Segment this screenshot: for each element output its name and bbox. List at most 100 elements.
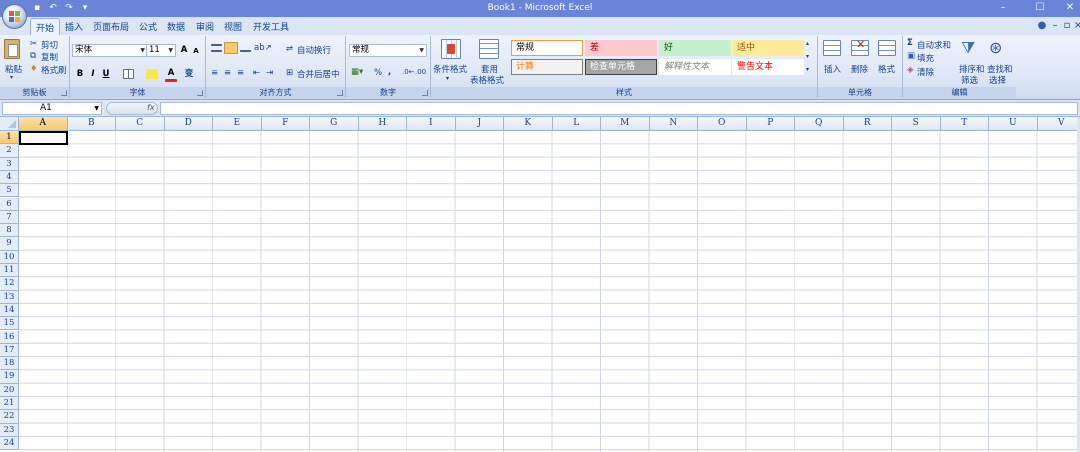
help-icon[interactable]: ●	[1036, 20, 1048, 31]
cell-style-check-cell[interactable]: 检查单元格	[585, 59, 657, 75]
row-header-5[interactable]: 5	[0, 184, 19, 198]
tab-developer[interactable]: 开发工具	[253, 20, 289, 33]
merge-center-button[interactable]: 合并后居中	[297, 68, 340, 80]
font-color-button[interactable]: A	[165, 67, 177, 79]
row-header-19[interactable]: 19	[0, 370, 19, 384]
column-header-t[interactable]: T	[940, 117, 989, 131]
column-header-a[interactable]: A	[19, 117, 68, 131]
row-header-18[interactable]: 18	[0, 357, 19, 371]
row-header-21[interactable]: 21	[0, 397, 19, 411]
cut-button[interactable]: 剪切	[41, 39, 58, 51]
insert-cells-icon[interactable]	[823, 40, 841, 56]
font-launcher-icon[interactable]	[197, 90, 203, 96]
cell-style-warning[interactable]: 警告文本	[732, 59, 804, 75]
sort-filter-label-2[interactable]: 筛选	[961, 74, 978, 86]
format-cells-icon[interactable]	[878, 40, 896, 56]
row-header-17[interactable]: 17	[0, 343, 19, 358]
row-header-4[interactable]: 4	[0, 170, 19, 185]
number-launcher-icon[interactable]	[422, 90, 428, 96]
insert-button[interactable]: 插入	[824, 63, 841, 75]
font-size-select[interactable]: 11 ▼	[146, 44, 176, 57]
orientation-icon[interactable]: ab↗	[254, 43, 272, 53]
cell-style-explanatory[interactable]: 解释性文本	[659, 59, 731, 75]
comma-button[interactable]: ,	[388, 67, 391, 77]
align-right-icon[interactable]: ≡	[237, 68, 244, 78]
binoculars-icon[interactable]: ⊛	[989, 38, 1002, 57]
phonetic-button[interactable]: 变	[183, 68, 195, 80]
maximize-icon[interactable]: ☐	[1034, 2, 1046, 13]
column-header-h[interactable]: H	[358, 117, 407, 131]
doc-close-icon[interactable]: ×	[1072, 20, 1080, 31]
insert-function-button[interactable]: fx	[106, 102, 158, 115]
shrink-font-icon[interactable]: A	[190, 45, 202, 57]
cell-grid[interactable]	[19, 131, 1080, 452]
column-header-k[interactable]: K	[504, 117, 553, 131]
column-header-g[interactable]: G	[310, 117, 359, 131]
align-left-icon[interactable]: ≡	[211, 68, 218, 78]
office-button[interactable]	[2, 4, 27, 29]
clear-button[interactable]: 清除	[917, 66, 934, 78]
column-header-b[interactable]: B	[67, 117, 116, 131]
wrap-text-button[interactable]: 自动换行	[297, 44, 331, 56]
clipboard-launcher-icon[interactable]	[61, 90, 67, 96]
tab-page-layout[interactable]: 页面布局	[93, 20, 129, 33]
column-header-r[interactable]: R	[843, 117, 892, 131]
column-header-o[interactable]: O	[698, 117, 747, 131]
column-header-p[interactable]: P	[746, 117, 795, 131]
underline-button[interactable]: U	[100, 68, 112, 80]
row-header-12[interactable]: 12	[0, 277, 19, 291]
paste-dropdown-icon[interactable]: ▾	[10, 74, 13, 81]
column-header-i[interactable]: I	[407, 117, 456, 131]
column-header-s[interactable]: S	[892, 117, 941, 131]
row-header-24[interactable]: 24	[0, 436, 19, 451]
decrease-decimal-icon[interactable]: .00	[415, 68, 426, 76]
tab-review[interactable]: 审阅	[196, 20, 214, 33]
increase-indent-icon[interactable]: ⇥	[266, 68, 273, 78]
cell-style-calculation[interactable]: 计算	[511, 59, 583, 75]
column-header-m[interactable]: M	[601, 117, 650, 131]
paste-button[interactable]: 粘贴	[5, 63, 22, 75]
tab-formulas[interactable]: 公式	[139, 20, 157, 33]
column-header-q[interactable]: Q	[795, 117, 844, 131]
format-button[interactable]: 格式	[878, 63, 895, 75]
column-header-f[interactable]: F	[261, 117, 310, 131]
tab-home[interactable]: 开始	[30, 18, 61, 35]
align-top-icon[interactable]	[211, 44, 222, 52]
format-painter-button[interactable]: 格式刷	[41, 64, 67, 76]
row-header-1[interactable]: 1	[0, 131, 19, 145]
grow-font-icon[interactable]: A	[178, 44, 190, 56]
select-all-button[interactable]	[0, 117, 19, 131]
tab-insert[interactable]: 插入	[65, 20, 83, 33]
alignment-launcher-icon[interactable]	[337, 90, 343, 96]
column-header-u[interactable]: U	[989, 117, 1038, 131]
row-header-3[interactable]: 3	[0, 157, 19, 171]
row-header-2[interactable]: 2	[0, 144, 19, 158]
sort-filter-icon[interactable]: ⧩	[961, 38, 975, 58]
row-header-23[interactable]: 23	[0, 423, 19, 437]
decrease-indent-icon[interactable]: ⇤	[253, 68, 260, 78]
column-header-n[interactable]: N	[649, 117, 698, 131]
cell-style-good[interactable]: 好	[659, 40, 731, 56]
column-header-d[interactable]: D	[164, 117, 213, 131]
ribbon-minimize-icon[interactable]: –	[1049, 20, 1061, 31]
row-header-14[interactable]: 14	[0, 303, 19, 318]
row-header-15[interactable]: 15	[0, 317, 19, 331]
column-header-c[interactable]: C	[116, 117, 165, 131]
row-header-9[interactable]: 9	[0, 237, 19, 251]
minimize-icon[interactable]: –	[997, 2, 1009, 13]
align-center-icon[interactable]: ≡	[224, 68, 231, 78]
row-header-11[interactable]: 11	[0, 264, 19, 278]
cell-style-bad[interactable]: 差	[585, 40, 657, 56]
find-select-label-2[interactable]: 选择	[989, 74, 1006, 86]
column-header-v[interactable]: V	[1037, 117, 1080, 131]
gallery-more-icon[interactable]: ▾	[806, 66, 809, 73]
row-header-20[interactable]: 20	[0, 383, 19, 397]
row-header-10[interactable]: 10	[0, 250, 19, 264]
format-as-table-icon[interactable]	[479, 39, 499, 59]
row-header-22[interactable]: 22	[0, 410, 19, 424]
font-name-select[interactable]: 宋体 ▼	[72, 44, 148, 57]
align-bottom-icon[interactable]	[240, 46, 251, 52]
column-header-e[interactable]: E	[213, 117, 262, 131]
row-header-6[interactable]: 6	[0, 197, 19, 211]
number-format-select[interactable]: 常规 ▼	[349, 44, 427, 57]
